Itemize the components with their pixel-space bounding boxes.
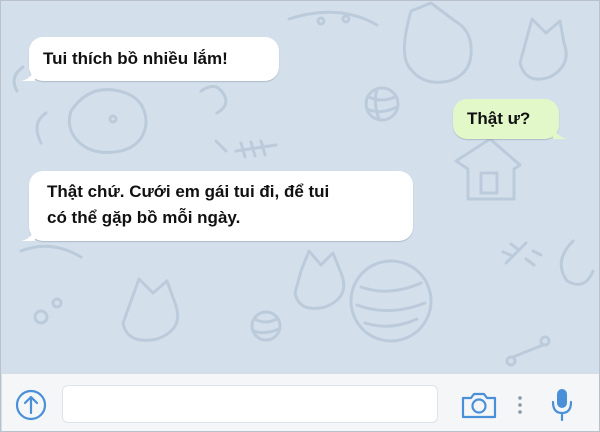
message-text-line: có thể gặp bồ mỗi ngày. xyxy=(47,208,241,227)
composer-bar xyxy=(2,373,599,431)
bubble-tail xyxy=(553,127,567,139)
message-list: Tui thích bồ nhiều lắm! Thật ư? Thật chứ… xyxy=(1,1,599,373)
incoming-message: Thật chứ. Cưới em gái tui đi, để tui có … xyxy=(21,171,413,241)
message-text-line: Thật chứ. Cưới em gái tui đi, để tui xyxy=(47,182,330,201)
bubble-tail xyxy=(21,229,35,241)
message-input[interactable] xyxy=(62,385,438,423)
message-text: Thật ư? xyxy=(467,109,531,128)
message-text: Tui thích bồ nhiều lắm! xyxy=(43,49,228,68)
microphone-icon[interactable] xyxy=(548,387,576,423)
incoming-message: Tui thích bồ nhiều lắm! xyxy=(21,37,279,81)
outgoing-message: Thật ư? xyxy=(453,99,567,139)
camera-icon[interactable] xyxy=(460,390,498,420)
vertical-dots-icon[interactable] xyxy=(514,392,526,418)
bubble-tail xyxy=(21,69,35,81)
upload-arrow-circle-icon[interactable] xyxy=(14,388,48,422)
chat-window: Tui thích bồ nhiều lắm! Thật ư? Thật chứ… xyxy=(0,0,600,432)
